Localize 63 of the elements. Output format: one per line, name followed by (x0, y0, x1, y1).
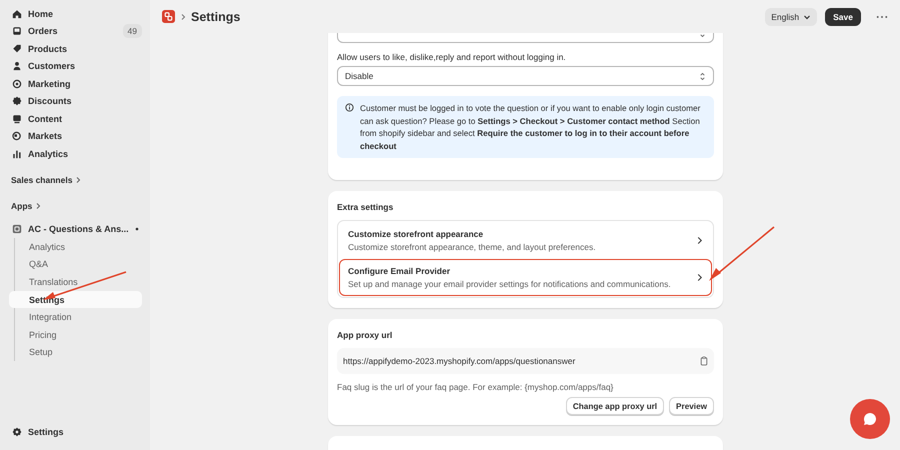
notice-text: Customer must be logged in to vote the question or if you want to enable only login customer can ask question? Please go to Settings > Checkout > Customer contact method Section from shopify sidebar and select Require the customer to log in to their account before checkout (360, 102, 702, 152)
info-icon (345, 103, 354, 112)
person-icon (12, 61, 22, 72)
section-link[interactable]: Sales channels (8, 172, 142, 186)
image-icon (12, 114, 22, 124)
save-button[interactable]: Save (825, 8, 861, 26)
chat-bubble-icon (862, 411, 878, 427)
settings-icon (12, 427, 22, 438)
chevron-right-icon (35, 202, 42, 210)
badge-icon (12, 96, 22, 106)
nav-item[interactable]: Orders 49 (8, 22, 142, 40)
nav-item[interactable]: Products (8, 40, 142, 58)
action-button[interactable]: Change app proxy url (566, 397, 664, 416)
nav-item[interactable]: Customers (8, 58, 142, 75)
nav-item[interactable]: AC - Questions & Ans... (8, 220, 142, 238)
chat-button[interactable] (850, 399, 890, 439)
nav-item[interactable]: Content (8, 110, 142, 128)
section-link[interactable]: Apps (8, 198, 142, 212)
chevron-right-icon (696, 236, 703, 246)
card-title: App proxy url (337, 330, 394, 340)
nav-item[interactable]: Analytics (8, 145, 142, 162)
inbox-icon (12, 26, 22, 36)
row-description: Set up and manage your email provider settings for notifications and communications. (348, 279, 672, 290)
chevron-icon (699, 72, 706, 80)
select-field[interactable]: Disable (337, 66, 714, 86)
sub-nav-item[interactable]: Pricing (15, 326, 142, 344)
field-label: Allow users to like, dislike,reply and report without logging in. (337, 52, 567, 62)
sub-nav-item[interactable]: Setup (15, 344, 142, 362)
chevron-right-icon (696, 273, 703, 282)
nav-item[interactable]: Marketing (8, 75, 142, 92)
sub-nav-item[interactable]: Analytics (15, 238, 142, 256)
target-icon (12, 78, 22, 89)
more-icon[interactable] (876, 14, 888, 18)
help-text: Faq slug is the url of your faq page. For example: {myshop.com/apps/faq} (337, 382, 614, 392)
sub-nav-item[interactable]: Settings (9, 290, 142, 308)
nav-item[interactable]: Settings (8, 424, 142, 441)
sub-nav-item[interactable]: Integration (15, 308, 142, 326)
action-button[interactable]: Preview (669, 397, 714, 416)
nav-item[interactable]: Home (8, 5, 142, 22)
count-badge: 49 (122, 24, 142, 38)
language-select[interactable]: English (765, 8, 818, 26)
clipboard-icon[interactable] (700, 356, 708, 366)
nav-item[interactable]: Markets (8, 128, 142, 145)
app-icon (12, 224, 22, 234)
bar-chart-icon (12, 148, 22, 159)
url-field[interactable]: https://appifydemo-2023.myshopify.com/apps/questionanswer (337, 348, 714, 374)
row-description: Customize storefront appearance, theme, and layout preferences. (348, 242, 597, 252)
row-title: Configure Email Provider (348, 266, 452, 276)
page-title: Settings (191, 10, 240, 24)
sub-nav-item[interactable]: Translations (15, 273, 142, 291)
row-title: Customize storefront appearance (348, 229, 484, 240)
home-icon (12, 8, 22, 19)
chevron-right-icon (180, 12, 186, 20)
chevron-right-icon (75, 176, 82, 184)
settings-row[interactable]: Configure Email Provider Set up and manage your email provider settings for notifications and communications. (339, 259, 712, 296)
nav-item[interactable]: Discounts (8, 92, 142, 110)
tag-icon (12, 44, 22, 54)
chevron-down-icon (803, 12, 812, 20)
card-title: Extra settings (337, 202, 394, 212)
sub-nav-item[interactable]: Q&A (15, 256, 142, 274)
app-logo-icon (162, 10, 175, 23)
status-dot (135, 227, 139, 232)
settings-row[interactable]: Customize storefront appearance Customize storefront appearance, theme, and layout preferences. (339, 222, 712, 260)
